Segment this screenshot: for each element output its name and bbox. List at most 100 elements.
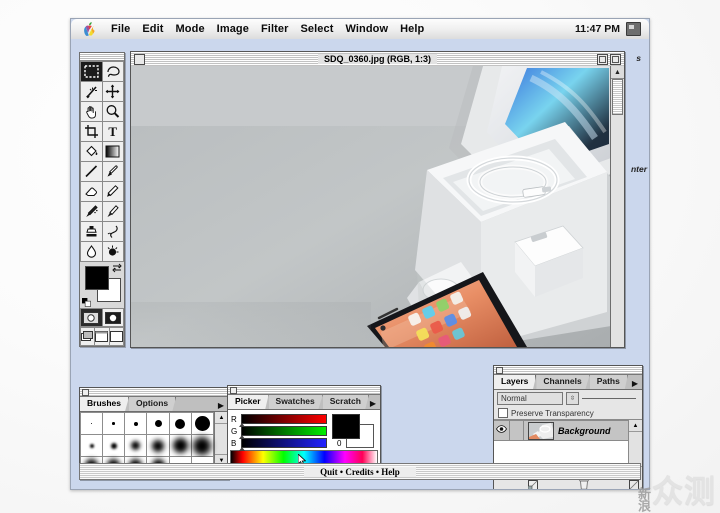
quick-mask-mode-icon[interactable] bbox=[102, 309, 123, 326]
tab-swatches[interactable]: Swatches bbox=[268, 395, 323, 409]
red-slider[interactable] bbox=[239, 414, 327, 427]
menu-item-edit[interactable]: Edit bbox=[136, 19, 169, 39]
brush-swatch[interactable] bbox=[191, 435, 213, 456]
document-title-text: SDQ_0360.jpg (RGB, 1:3) bbox=[317, 54, 438, 64]
blend-mode-value: Normal bbox=[501, 394, 527, 403]
eyedropper-tool[interactable] bbox=[102, 162, 123, 181]
menu-item-filter[interactable]: Filter bbox=[255, 19, 295, 39]
close-box-icon[interactable] bbox=[496, 367, 503, 374]
brush-swatch[interactable] bbox=[147, 435, 169, 456]
standard-screen-icon[interactable] bbox=[81, 328, 95, 345]
toolbox-title-bar[interactable] bbox=[80, 53, 124, 61]
preserve-transparency-checkbox[interactable] bbox=[498, 408, 508, 418]
tab-options[interactable]: Options bbox=[129, 397, 177, 411]
tab-brushes[interactable]: Brushes bbox=[80, 397, 130, 411]
close-box-icon[interactable] bbox=[230, 387, 237, 394]
picker-palette-title-bar[interactable] bbox=[228, 386, 380, 395]
color-swatch-area bbox=[80, 262, 124, 308]
dodge-burn-tool[interactable] bbox=[102, 242, 123, 261]
move-tool[interactable] bbox=[102, 82, 123, 101]
hand-tool[interactable] bbox=[81, 102, 102, 121]
image-canvas[interactable] bbox=[131, 66, 611, 347]
blend-mode-select[interactable]: Normal bbox=[497, 392, 563, 405]
line-tool[interactable] bbox=[81, 162, 102, 181]
zoom-tool[interactable] bbox=[102, 102, 123, 121]
crop-tool[interactable] bbox=[81, 122, 102, 141]
brush-swatch[interactable] bbox=[125, 413, 147, 434]
opacity-stepper[interactable]: ⇳ bbox=[566, 392, 579, 405]
lasso-tool[interactable] bbox=[102, 62, 123, 81]
collapse-box-icon[interactable] bbox=[597, 53, 608, 65]
paint-bucket-tool[interactable] bbox=[81, 142, 102, 161]
preserve-transparency-row[interactable]: Preserve Transparency bbox=[494, 407, 642, 419]
brush-swatch[interactable] bbox=[103, 413, 125, 434]
brushes-palette-title-bar[interactable] bbox=[80, 388, 228, 397]
brush-swatch[interactable] bbox=[125, 435, 147, 456]
standard-mode-icon[interactable] bbox=[81, 309, 102, 326]
brush-swatch[interactable] bbox=[103, 435, 125, 456]
scrollbar-thumb[interactable] bbox=[612, 79, 623, 115]
menu-item-window[interactable]: Window bbox=[339, 19, 394, 39]
tab-paths[interactable]: Paths bbox=[589, 375, 628, 389]
close-box-icon[interactable] bbox=[82, 389, 89, 396]
layers-palette-tabs: Layers Channels Paths ▶ bbox=[494, 375, 642, 390]
paintbrush-tool[interactable] bbox=[102, 202, 123, 221]
smudge-tool[interactable] bbox=[102, 222, 123, 241]
picker-foreground-swatch[interactable] bbox=[332, 414, 360, 439]
pencil-tool[interactable] bbox=[102, 182, 123, 201]
rubber-stamp-tool[interactable] bbox=[81, 222, 102, 241]
menu-item-file[interactable]: File bbox=[105, 19, 136, 39]
menu-bar-clock[interactable]: 11:47 PM bbox=[575, 23, 620, 35]
apple-logo-icon[interactable] bbox=[84, 22, 96, 36]
image-document-window: SDQ_0360.jpg (RGB, 1:3) ▲ bbox=[130, 51, 625, 348]
airbrush-tool[interactable] bbox=[81, 202, 102, 221]
tab-layers[interactable]: Layers bbox=[494, 375, 537, 389]
magic-wand-tool[interactable] bbox=[81, 82, 102, 101]
gradient-tool[interactable] bbox=[102, 142, 123, 161]
type-tool[interactable]: T bbox=[102, 122, 123, 141]
picker-palette-tabs: Picker Swatches Scratch ▶ bbox=[228, 395, 380, 410]
blue-slider[interactable] bbox=[239, 438, 327, 451]
foreground-color-swatch[interactable] bbox=[85, 266, 109, 290]
zoom-box-icon[interactable] bbox=[610, 53, 621, 65]
layer-row-background[interactable]: Background bbox=[494, 420, 628, 441]
menu-item-help[interactable]: Help bbox=[394, 19, 430, 39]
toolbox-tool-grid: T bbox=[80, 61, 124, 262]
product-photo bbox=[131, 66, 611, 347]
brush-swatch[interactable] bbox=[81, 435, 103, 456]
brush-swatch[interactable] bbox=[169, 435, 191, 456]
brush-swatch[interactable] bbox=[81, 413, 103, 434]
palette-menu-arrow-icon[interactable]: ▶ bbox=[632, 379, 642, 389]
menu-item-select[interactable]: Select bbox=[294, 19, 339, 39]
document-vertical-scrollbar[interactable]: ▲ bbox=[610, 66, 624, 347]
tab-picker[interactable]: Picker bbox=[228, 395, 269, 409]
eraser-tool[interactable] bbox=[81, 182, 102, 201]
blur-tool[interactable] bbox=[81, 242, 102, 261]
marquee-tool[interactable] bbox=[81, 62, 102, 81]
layers-palette-title-bar[interactable] bbox=[494, 366, 642, 375]
opacity-slider[interactable] bbox=[582, 398, 636, 399]
menu-item-image[interactable]: Image bbox=[211, 19, 255, 39]
quit-credits-help-label[interactable]: Quit • Credits • Help bbox=[304, 466, 416, 477]
photoshop-application-window: File Edit Mode Image Filter Select Windo… bbox=[70, 18, 650, 490]
scroll-up-icon[interactable]: ▲ bbox=[629, 420, 642, 432]
brush-swatch[interactable] bbox=[191, 413, 213, 434]
brush-swatch[interactable] bbox=[147, 413, 169, 434]
scroll-up-icon[interactable]: ▲ bbox=[611, 66, 624, 79]
picker-swatches bbox=[332, 414, 374, 448]
tab-channels[interactable]: Channels bbox=[536, 375, 590, 389]
document-title-bar[interactable]: SDQ_0360.jpg (RGB, 1:3) bbox=[131, 52, 624, 67]
full-screen-icon[interactable] bbox=[109, 328, 123, 345]
menu-item-mode[interactable]: Mode bbox=[170, 19, 211, 39]
default-colors-icon[interactable] bbox=[82, 298, 91, 307]
full-screen-menubar-icon[interactable] bbox=[95, 328, 109, 345]
application-switcher-icon[interactable] bbox=[626, 22, 641, 36]
swap-colors-icon[interactable] bbox=[112, 263, 122, 273]
green-slider[interactable] bbox=[239, 426, 327, 439]
tab-scratch[interactable]: Scratch bbox=[322, 395, 369, 409]
palette-menu-arrow-icon[interactable]: ▶ bbox=[370, 399, 380, 409]
layer-brush-column[interactable] bbox=[510, 421, 524, 440]
brush-swatch[interactable] bbox=[169, 413, 191, 434]
eye-icon[interactable] bbox=[494, 421, 510, 440]
slider-thumb-icon[interactable] bbox=[239, 447, 245, 451]
